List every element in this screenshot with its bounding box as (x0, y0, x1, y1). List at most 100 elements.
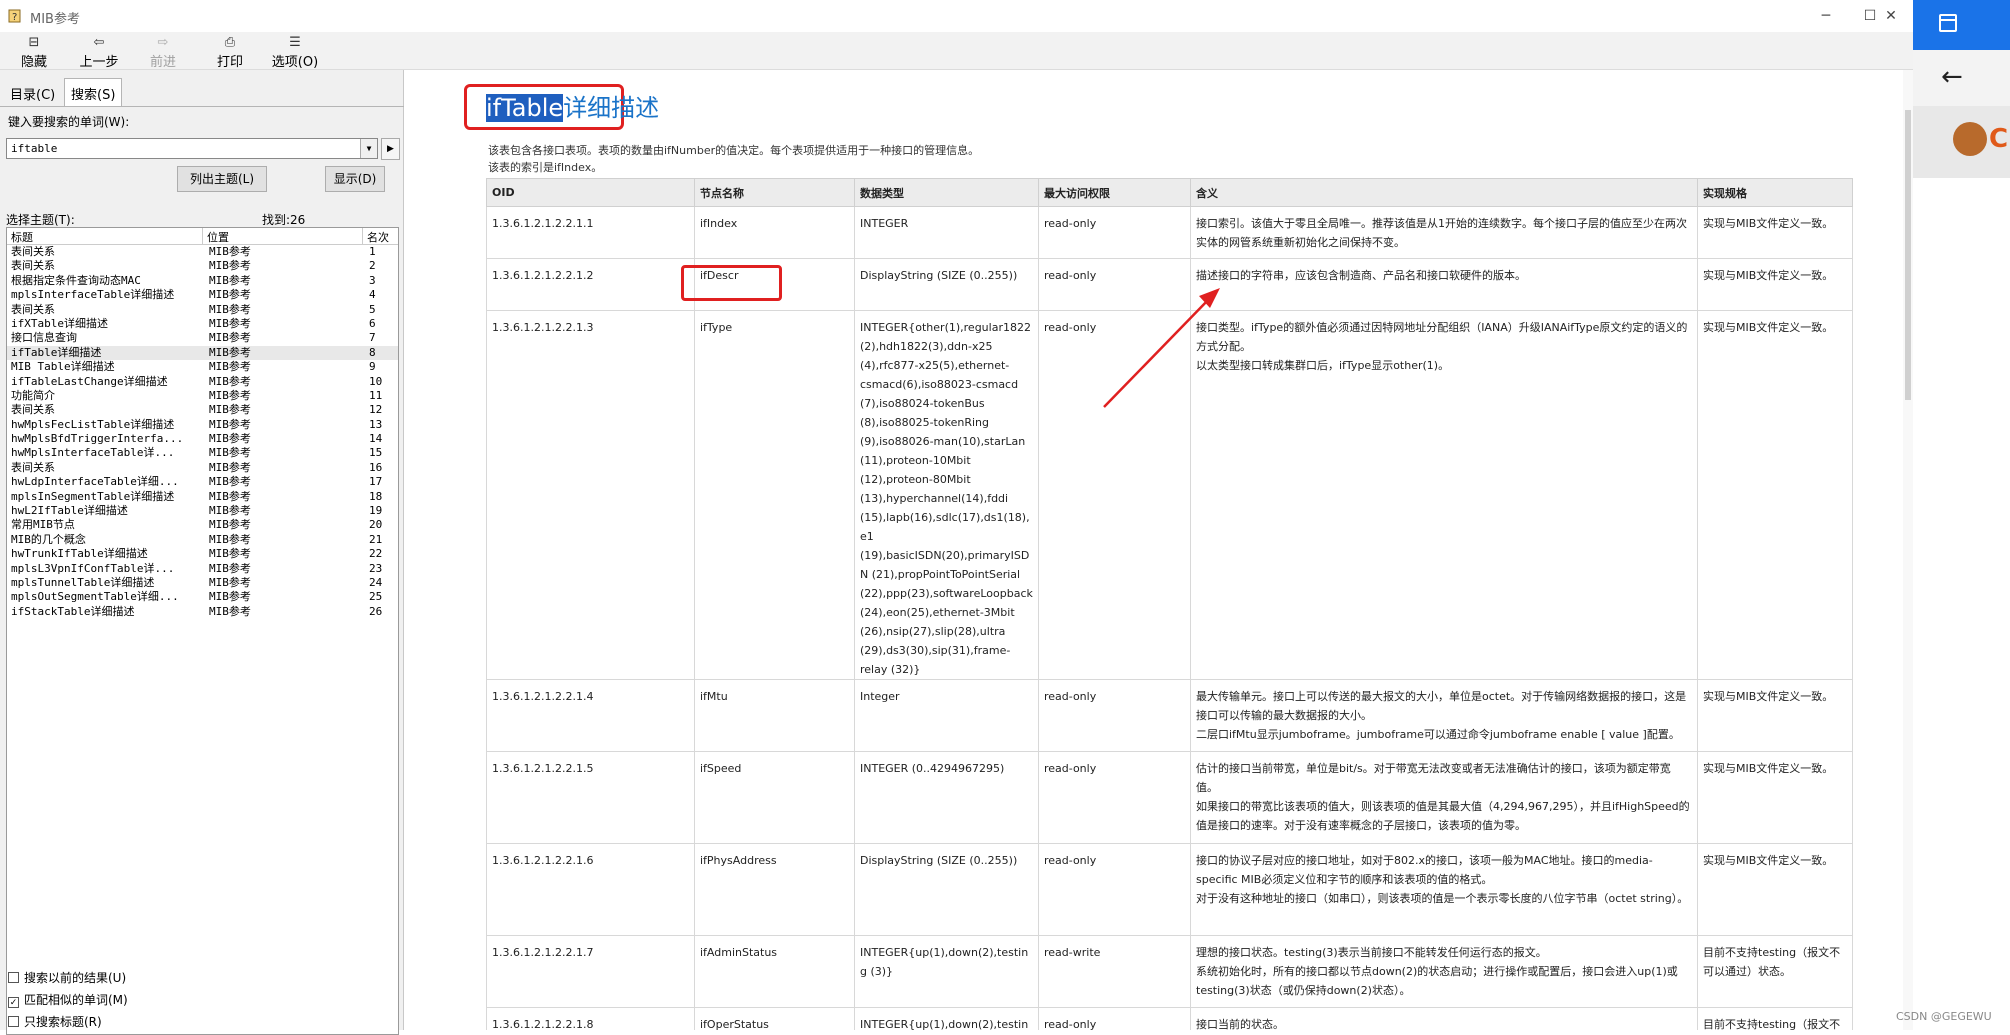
list-item[interactable]: 表间关系 MIB参考 1 (7, 245, 398, 259)
scrollbar-thumb[interactable] (1905, 110, 1911, 400)
list-item-title: hwTrunkIfTable详细描述 (11, 547, 148, 561)
list-item[interactable]: ifTable详细描述 MIB参考 8 (7, 345, 398, 361)
list-item-position: MIB参考 (209, 547, 251, 561)
list-item-title: mplsTunnelTable详细描述 (11, 575, 155, 589)
list-item-position: MIB参考 (209, 417, 251, 431)
list-item[interactable]: 表间关系 MIB参考 16 (7, 461, 398, 475)
list-item-position: MIB参考 (209, 475, 251, 489)
list-item[interactable]: hwLdpInterfaceTable详细... MIB参考 17 (7, 475, 398, 489)
chevron-down-icon[interactable]: ▼ (360, 139, 377, 158)
tab-search[interactable]: 搜索(S) (64, 78, 123, 106)
checkbox-box[interactable]: ✓ (8, 997, 19, 1008)
list-item[interactable]: 常用MIB节点 MIB参考 20 (7, 518, 398, 532)
hide-icon: ⊟ (28, 35, 40, 50)
list-item-rank: 15 (369, 446, 383, 460)
search-input[interactable]: iftable ▼ (6, 138, 378, 159)
titles-only-checkbox[interactable]: 只搜索标题(R) (8, 1013, 102, 1030)
results-list[interactable]: 标题 位置 名次 表间关系 MIB参考 1 表间关系 MIB参考 2 根据指定条件查询动态M… (6, 227, 399, 1035)
minimize-icon[interactable]: ─ (1804, 0, 1848, 32)
list-item[interactable]: 根据指定条件查询动态MAC MIB参考 3 (7, 274, 398, 288)
list-item[interactable]: mplsInSegmentTable详细描述 MIB参考 18 (7, 490, 398, 504)
list-item-position: MIB参考 (209, 446, 251, 460)
list-item-position: MIB参考 (209, 345, 251, 359)
list-item[interactable]: ifXTable详细描述 MIB参考 6 (7, 317, 398, 331)
keyword-label: 键入要搜索的单词(W): (8, 115, 130, 129)
list-item-rank: 14 (369, 432, 383, 446)
list-item-rank: 22 (369, 547, 383, 561)
list-item-position: MIB参考 (209, 316, 251, 330)
help-app-icon: ? (8, 9, 21, 23)
match-similar-checkbox[interactable]: ✓ 匹配相似的单词(M) (8, 991, 128, 1008)
list-topics-button[interactable]: 列出主题(L) (177, 166, 267, 192)
list-item[interactable]: hwMplsBfdTriggerInterfa... MIB参考 14 (7, 432, 398, 446)
list-item[interactable]: hwL2IfTable详细描述 MIB参考 19 (7, 504, 398, 518)
tab-divider (0, 106, 404, 107)
col-rank-header[interactable]: 名次 (363, 228, 398, 245)
list-item[interactable]: MIB Table详细描述 MIB参考 9 (7, 360, 398, 374)
list-item[interactable]: 表间关系 MIB参考 5 (7, 303, 398, 317)
forward-button[interactable]: ⇨ 前进 (143, 34, 183, 70)
list-item-rank: 26 (369, 604, 383, 618)
show-button[interactable]: 显示(D) (325, 166, 385, 192)
search-previous-checkbox[interactable]: 搜索以前的结果(U) (8, 969, 126, 986)
list-item-position: MIB参考 (209, 360, 251, 374)
toolbar: ⊟ 隐藏 ⇦ 上一步 ⇨ 前进 ⎙ 打印 ☰ 选项(O) (0, 32, 1913, 70)
list-item-rank: 4 (369, 288, 376, 302)
close-icon[interactable]: ✕ (1869, 0, 1913, 32)
list-item[interactable]: hwMplsFecListTable详细描述 MIB参考 13 (7, 418, 398, 432)
list-item-position: MIB参考 (209, 331, 251, 345)
list-item-rank: 8 (369, 345, 376, 359)
list-item-position: MIB参考 (209, 518, 251, 532)
list-item[interactable]: 功能简介 MIB参考 11 (7, 389, 398, 403)
content-scrollbar[interactable] (1903, 70, 1913, 1030)
list-item-position: MIB参考 (209, 504, 251, 518)
list-item-position: MIB参考 (209, 302, 251, 316)
list-item-title: hwMplsFecListTable详细描述 (11, 417, 175, 431)
browser-window-fragment: ← C (1913, 0, 2010, 1030)
back-arrow-icon[interactable]: ← (1941, 62, 1963, 92)
list-item-position: MIB参考 (209, 561, 251, 575)
col-title-header[interactable]: 标题 (7, 228, 203, 245)
list-item[interactable]: mplsL3VpnIfConfTable详... MIB参考 23 (7, 562, 398, 576)
list-item-title: MIB的几个概念 (11, 532, 86, 546)
list-item[interactable]: ifStackTable详细描述 MIB参考 26 (7, 605, 398, 619)
sidebar-toggle-icon[interactable] (1939, 14, 1957, 32)
play-arrow-icon[interactable]: ▶ (381, 138, 400, 160)
checkbox-box[interactable] (8, 1016, 19, 1027)
list-item[interactable]: mplsInterfaceTable详细描述 MIB参考 4 (7, 288, 398, 302)
list-item[interactable]: 表间关系 MIB参考 12 (7, 403, 398, 417)
list-item-title: ifTable详细描述 (11, 345, 102, 359)
hide-button[interactable]: ⊟ 隐藏 (14, 34, 54, 70)
list-item-title: 常用MIB节点 (11, 518, 75, 532)
list-item-rank: 3 (369, 273, 376, 287)
col-position-header[interactable]: 位置 (203, 228, 363, 245)
list-item-position: MIB参考 (209, 489, 251, 503)
list-item[interactable]: hwTrunkIfTable详细描述 MIB参考 22 (7, 547, 398, 561)
list-item-rank: 7 (369, 331, 376, 345)
search-pane: 目录(C) 搜索(S) 键入要搜索的单词(W): iftable ▼ ▶ 列出主… (0, 70, 404, 1035)
select-topic-label: 选择主题(T): (6, 213, 75, 227)
list-item-title: hwMplsInterfaceTable详... (11, 446, 175, 460)
list-item[interactable]: ifTableLastChange详细描述 MIB参考 10 (7, 375, 398, 389)
checkbox-box[interactable] (8, 972, 19, 983)
list-item-rank: 2 (369, 259, 376, 273)
back-button[interactable]: ⇦ 上一步 (72, 34, 126, 70)
list-item-position: MIB参考 (209, 259, 251, 273)
list-item-title: mplsL3VpnIfConfTable详... (11, 561, 175, 575)
list-item[interactable]: mplsTunnelTable详细描述 MIB参考 24 (7, 576, 398, 590)
list-item-position: MIB参考 (209, 403, 251, 417)
list-item-rank: 6 (369, 316, 376, 330)
list-item[interactable]: 表间关系 MIB参考 2 (7, 259, 398, 273)
print-button[interactable]: ⎙ 打印 (210, 34, 250, 70)
list-item-position: MIB参考 (209, 460, 251, 474)
tab-catalog[interactable]: 目录(C) (10, 84, 55, 103)
list-item-title: 根据指定条件查询动态MAC (11, 273, 141, 287)
list-item-title: 表间关系 (11, 302, 55, 316)
list-item[interactable]: hwMplsInterfaceTable详... MIB参考 15 (7, 446, 398, 460)
list-item[interactable]: 接口信息查询 MIB参考 7 (7, 331, 398, 345)
list-item[interactable]: MIB的几个概念 MIB参考 21 (7, 533, 398, 547)
list-item[interactable]: mplsOutSegmentTable详细... MIB参考 25 (7, 590, 398, 604)
results-header: 标题 位置 名次 (7, 228, 398, 245)
options-button[interactable]: ☰ 选项(O) (266, 34, 324, 70)
list-item-rank: 25 (369, 590, 383, 604)
